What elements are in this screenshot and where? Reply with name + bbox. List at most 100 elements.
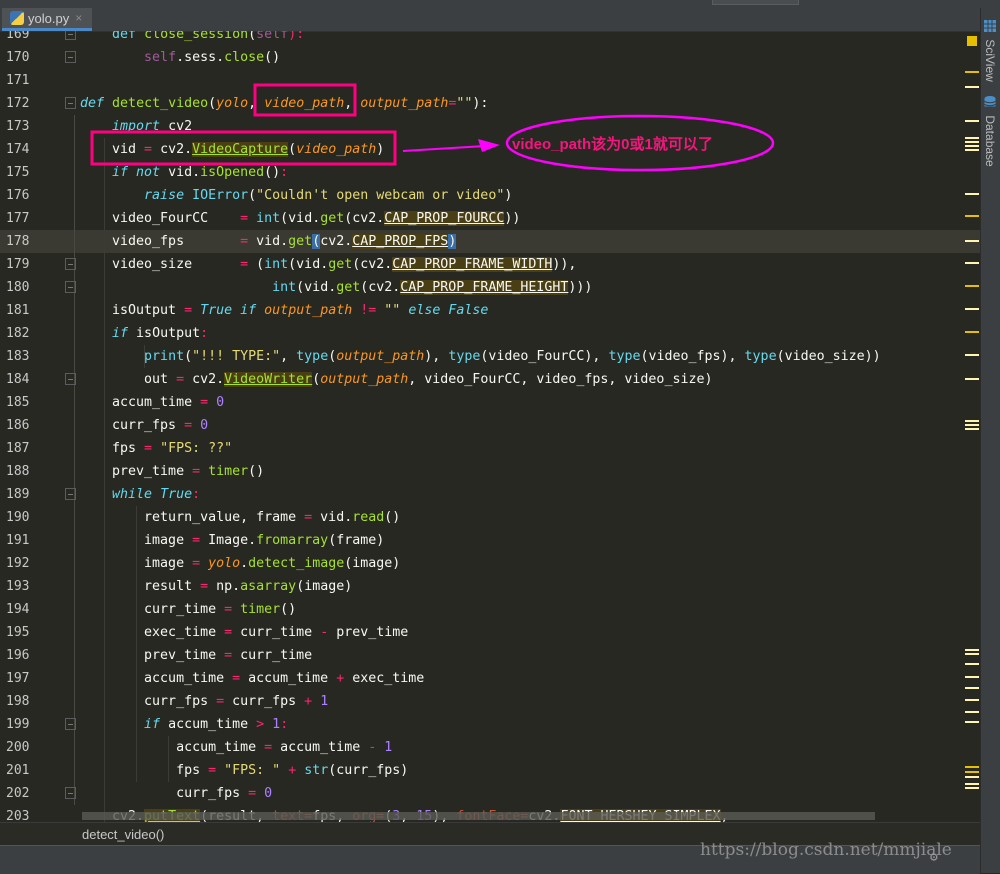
- code-line[interactable]: 191 image = Image.fromarray(frame): [0, 529, 980, 552]
- database-tool-tab[interactable]: Database: [983, 96, 997, 167]
- code-line[interactable]: 175 if not vid.isOpened():: [0, 161, 980, 184]
- fold-toggle-icon[interactable]: [65, 31, 76, 40]
- fold-toggle-icon[interactable]: [65, 718, 76, 730]
- code-line[interactable]: 169 def close_session(self):: [0, 31, 980, 46]
- line-number[interactable]: 179: [6, 253, 29, 276]
- error-stripe-markers[interactable]: [962, 31, 980, 822]
- line-number[interactable]: 189: [6, 483, 29, 506]
- stripe-marker[interactable]: [965, 145, 979, 147]
- fold-toggle-icon[interactable]: [65, 51, 76, 63]
- stripe-marker[interactable]: [965, 86, 979, 88]
- fold-toggle-icon[interactable]: [65, 787, 76, 799]
- line-number[interactable]: 171: [6, 69, 29, 92]
- line-number[interactable]: 172: [6, 92, 29, 115]
- stripe-marker[interactable]: [965, 663, 979, 665]
- stripe-marker[interactable]: [965, 262, 979, 264]
- code-line[interactable]: 190 return_value, frame = vid.read(): [0, 506, 980, 529]
- line-number[interactable]: 187: [6, 437, 29, 460]
- line-number[interactable]: 185: [6, 391, 29, 414]
- stripe-marker[interactable]: [965, 285, 979, 287]
- code-line[interactable]: 171: [0, 69, 980, 92]
- stripe-marker[interactable]: [965, 120, 979, 122]
- code-line[interactable]: 184 out = cv2.VideoWriter(output_path, v…: [0, 368, 980, 391]
- code-line[interactable]: 183 print("!!! TYPE:", type(output_path)…: [0, 345, 980, 368]
- line-number[interactable]: 194: [6, 598, 29, 621]
- toolbar-button[interactable]: [712, 0, 799, 5]
- line-number[interactable]: 199: [6, 713, 29, 736]
- code-line[interactable]: 180 int(vid.get(cv2.CAP_PROP_FRAME_HEIGH…: [0, 276, 980, 299]
- code-line[interactable]: 178 video_fps = vid.get(cv2.CAP_PROP_FPS…: [0, 230, 980, 253]
- code-line[interactable]: 172 def detect_video(yolo, video_path, ou…: [0, 92, 980, 115]
- line-number[interactable]: 203: [6, 805, 29, 822]
- fold-toggle-icon[interactable]: [65, 281, 76, 293]
- line-number[interactable]: 202: [6, 782, 29, 805]
- stripe-marker[interactable]: [965, 424, 979, 426]
- stripe-marker[interactable]: [965, 215, 979, 217]
- code-line[interactable]: 176 raise IOError("Couldn't open webcam …: [0, 184, 980, 207]
- line-number[interactable]: 180: [6, 276, 29, 299]
- stripe-marker[interactable]: [965, 149, 979, 151]
- code-line[interactable]: 186 curr_fps = 0: [0, 414, 980, 437]
- code-line[interactable]: 199 if accum_time > 1:: [0, 713, 980, 736]
- stripe-marker[interactable]: [965, 137, 979, 139]
- stripe-marker[interactable]: [965, 428, 979, 430]
- stripe-marker[interactable]: [965, 193, 979, 195]
- stripe-marker[interactable]: [965, 721, 979, 723]
- line-number[interactable]: 174: [6, 138, 29, 161]
- line-number[interactable]: 190: [6, 506, 29, 529]
- stripe-marker[interactable]: [965, 71, 979, 73]
- stripe-marker[interactable]: [965, 420, 979, 422]
- code-line[interactable]: 181 isOutput = True if output_path != ""…: [0, 299, 980, 322]
- line-number[interactable]: 200: [6, 736, 29, 759]
- stripe-marker[interactable]: [967, 36, 977, 46]
- code-line[interactable]: 185 accum_time = 0: [0, 391, 980, 414]
- stripe-marker[interactable]: [965, 771, 979, 773]
- code-line[interactable]: 195 exec_time = curr_time - prev_time: [0, 621, 980, 644]
- sciview-tool-tab[interactable]: SciView: [983, 20, 997, 82]
- line-number[interactable]: 196: [6, 644, 29, 667]
- stripe-marker[interactable]: [965, 776, 979, 778]
- code-line[interactable]: 192 image = yolo.detect_image(image): [0, 552, 980, 575]
- code-line[interactable]: 193 result = np.asarray(image): [0, 575, 980, 598]
- code-editor[interactable]: 169 def close_session(self): 170 self.ses…: [0, 31, 980, 822]
- stripe-marker[interactable]: [965, 240, 979, 242]
- code-line[interactable]: 177 video_FourCC = int(vid.get(cv2.CAP_P…: [0, 207, 980, 230]
- stripe-marker[interactable]: [965, 687, 979, 689]
- line-number[interactable]: 182: [6, 322, 29, 345]
- code-line[interactable]: 179 video_size = (int(vid.get(cv2.CAP_PR…: [0, 253, 980, 276]
- code-line[interactable]: 202 curr_fps = 0: [0, 782, 980, 805]
- stripe-marker[interactable]: [965, 331, 979, 333]
- code-line[interactable]: 187 fps = "FPS: ??": [0, 437, 980, 460]
- code-line[interactable]: 198 curr_fps = curr_fps + 1: [0, 690, 980, 713]
- stripe-marker[interactable]: [965, 783, 979, 785]
- line-number[interactable]: 197: [6, 667, 29, 690]
- code-line[interactable]: 201 fps = "FPS: " + str(curr_fps): [0, 759, 980, 782]
- fold-toggle-icon[interactable]: [65, 258, 76, 270]
- stripe-marker[interactable]: [965, 649, 979, 651]
- code-line[interactable]: 170 self.sess.close(): [0, 46, 980, 69]
- stripe-marker[interactable]: [965, 699, 979, 701]
- stripe-marker[interactable]: [965, 378, 979, 380]
- code-line[interactable]: 174 vid = cv2.VideoCapture(video_path): [0, 138, 980, 161]
- code-line[interactable]: 197 accum_time = accum_time + exec_time: [0, 667, 980, 690]
- line-number[interactable]: 201: [6, 759, 29, 782]
- line-number[interactable]: 192: [6, 552, 29, 575]
- stripe-marker[interactable]: [965, 308, 979, 310]
- horizontal-scrollbar[interactable]: [82, 812, 875, 820]
- line-number[interactable]: 184: [6, 368, 29, 391]
- line-number[interactable]: 181: [6, 299, 29, 322]
- line-number[interactable]: 175: [6, 161, 29, 184]
- stripe-marker[interactable]: [965, 676, 979, 678]
- line-number[interactable]: 178: [6, 230, 29, 253]
- line-number[interactable]: 170: [6, 46, 29, 69]
- code-line[interactable]: 173 import cv2: [0, 115, 980, 138]
- fold-toggle-icon[interactable]: [65, 97, 76, 109]
- fold-toggle-icon[interactable]: [65, 488, 76, 500]
- line-number[interactable]: 191: [6, 529, 29, 552]
- line-number[interactable]: 177: [6, 207, 29, 230]
- stripe-marker[interactable]: [965, 766, 979, 768]
- line-number[interactable]: 183: [6, 345, 29, 368]
- code-line[interactable]: 182 if isOutput:: [0, 322, 980, 345]
- line-number[interactable]: 195: [6, 621, 29, 644]
- line-number[interactable]: 186: [6, 414, 29, 437]
